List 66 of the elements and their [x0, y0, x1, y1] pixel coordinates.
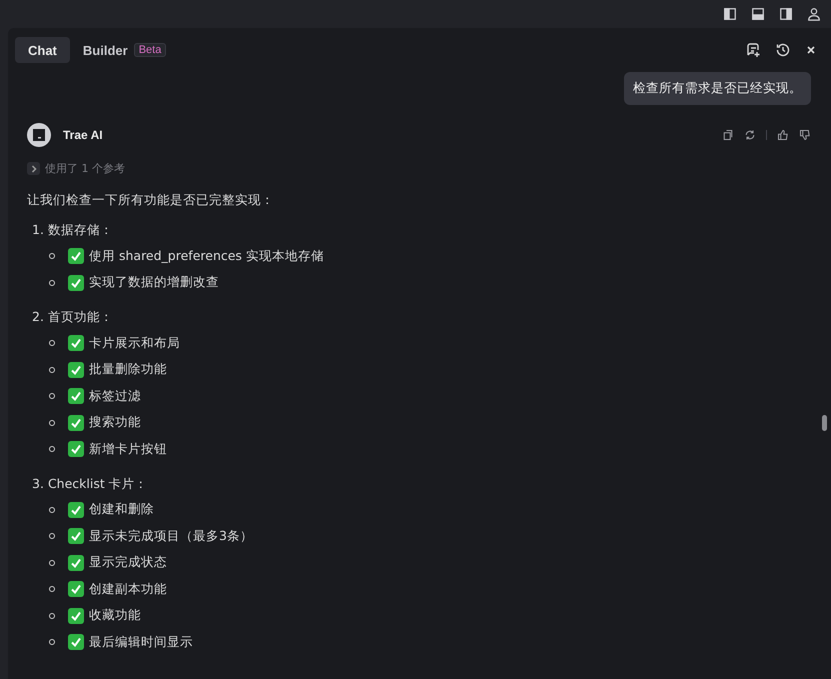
bullet-icon [49, 393, 55, 400]
check-icon [68, 554, 84, 571]
sidebar-left-icon[interactable] [723, 7, 737, 21]
checklist-item: 实现了数据的增删改查 [89, 274, 219, 292]
checklist-item: 新增卡片按钮 [89, 440, 167, 458]
checklist-item: 创建副本功能 [89, 580, 167, 598]
bullet-icon [49, 533, 55, 540]
tab[interactable]: Builder Beta [70, 37, 180, 63]
bullet-icon [49, 366, 55, 373]
panel-bottom-icon[interactable] [751, 7, 765, 21]
regenerate-icon[interactable] [744, 129, 756, 141]
bullet-icon [49, 586, 55, 592]
check-icon [68, 581, 84, 598]
user-message: 检查所有需求是否已经实现。 [624, 72, 811, 105]
check-icon [68, 608, 84, 624]
beta-badge: Beta [134, 43, 166, 57]
check-icon [68, 441, 84, 458]
bullet-icon [49, 280, 55, 286]
bullet-icon [49, 446, 55, 452]
references-link[interactable]: 使用了 1 个参考 [45, 161, 125, 176]
checklist-item: 显示未完成项目（最多3条） [89, 528, 253, 545]
close-icon[interactable] [805, 44, 817, 56]
checklist-item: 标签过滤 [89, 388, 141, 405]
checklist-item: 收藏功能 [89, 607, 141, 624]
scrollbar-thumb[interactable] [822, 415, 827, 431]
bullet-icon [49, 420, 55, 426]
section-title: Checklist 卡片： [48, 476, 148, 492]
list-number: 1. [32, 222, 44, 239]
list-number: 3. [32, 476, 44, 492]
checklist-item: 显示完成状态 [89, 554, 167, 572]
checklist-item: 创建和删除 [89, 501, 154, 518]
avatar-icon [27, 123, 51, 147]
checklist-item: 使用 shared_preferences 实现本地存储 [89, 248, 324, 265]
bullet-icon [49, 253, 55, 260]
sidebar-right-icon[interactable] [779, 7, 793, 21]
check-icon [68, 528, 84, 544]
new-chat-icon[interactable] [745, 42, 761, 58]
thumbs-down-icon[interactable] [799, 129, 811, 141]
check-icon [68, 502, 84, 518]
check-icon [68, 414, 84, 431]
history-icon[interactable] [775, 42, 791, 58]
tab[interactable]: Chat [15, 37, 70, 63]
check-icon [68, 634, 84, 650]
chevron-icon[interactable] [27, 162, 40, 175]
list-number: 2. [32, 309, 44, 326]
checklist-item: 卡片展示和布局 [89, 334, 180, 352]
assistant-name: Trae AI [63, 128, 103, 142]
bullet-icon [49, 506, 55, 513]
thumbs-up-icon[interactable] [777, 129, 789, 141]
copy-icon[interactable] [722, 129, 734, 141]
check-icon [68, 335, 84, 352]
bullet-icon [49, 560, 55, 566]
bullet-icon [49, 340, 55, 346]
checklist-item: 最后编辑时间显示 [89, 634, 193, 651]
intro-text: 让我们检查一下所有功能是否已完整实现： [27, 192, 275, 209]
bullet-icon [49, 612, 55, 619]
section-title: 首页功能： [48, 309, 113, 326]
check-icon [68, 362, 84, 378]
checklist-item: 批量删除功能 [89, 361, 167, 378]
bullet-icon [49, 639, 55, 646]
check-icon [68, 274, 84, 291]
check-icon [68, 388, 84, 404]
checklist-item: 搜索功能 [89, 414, 141, 432]
user-icon[interactable] [807, 7, 821, 21]
check-icon [68, 248, 84, 264]
section-title: 数据存储： [48, 222, 113, 239]
